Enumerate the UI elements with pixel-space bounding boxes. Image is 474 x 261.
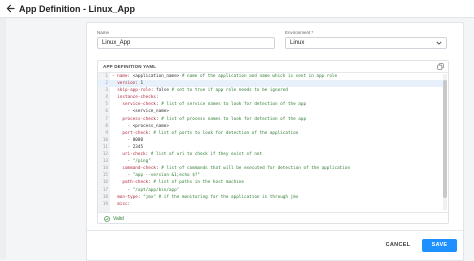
yaml-editor-header: APP DEFINITION YAML [98, 61, 448, 73]
code-text: - <process_name> [112, 123, 169, 129]
code-text: - "/ping" [112, 159, 151, 165]
code-text: process-check: # list of process names t… [122, 116, 307, 122]
code-line: 18 mon-type: "jmx" # if the monitoring f… [98, 194, 444, 201]
yaml-editor-card: APP DEFINITION YAML 1 - name: <applicatio… [97, 60, 449, 224]
code-line: 2 version: 1 [98, 80, 444, 88]
code-line: 16 path-check: # list of paths in the ho… [98, 179, 444, 186]
code-line: 17 - "/opt/app/bin/app" [98, 187, 444, 194]
code-text: port-check: # list of ports to look for … [122, 130, 299, 136]
line-number: 3 [105, 88, 108, 94]
code-line: 4 instance-checks: [98, 94, 444, 101]
line-number: 4 [105, 95, 108, 101]
code-text: - 2345 [112, 144, 144, 150]
check-circle-icon [104, 215, 110, 222]
code-line: 10 - 8080 [98, 137, 444, 144]
line-number: 12 [102, 152, 108, 158]
code-line: 6 - <service_name> [98, 108, 444, 115]
code-line: 19 misc: [98, 201, 444, 208]
line-number: 6 [105, 109, 108, 115]
line-number: 5 [105, 102, 108, 108]
editor-scrollbar-thumb[interactable] [443, 80, 447, 198]
code-text: misc: [117, 201, 131, 207]
code-line: 3 skip-app-role: false # set to true if … [98, 87, 444, 94]
code-text: - 8080 [112, 137, 144, 143]
line-number: 9 [105, 130, 108, 136]
code-line: 7 process-check: # list of process names… [98, 116, 444, 123]
code-text: version: 1 [117, 81, 144, 87]
line-number: 18 [102, 194, 108, 200]
left-sidebar-strip [0, 18, 6, 259]
code-line: 15 - "app --version &1;echo $?" [98, 172, 444, 179]
environment-label: Environment * [285, 30, 314, 35]
code-text: command-check: # list of commands that w… [122, 166, 351, 172]
code-text: instance-checks: [117, 95, 159, 101]
code-line: 5 service-check: # list of service names… [98, 101, 444, 108]
line-number: 19 [102, 201, 108, 207]
chevron-down-icon [436, 41, 442, 45]
yaml-code-editor[interactable]: 1 - name: <application_name> # name of th… [98, 73, 448, 212]
validation-status-text: Valid [113, 215, 124, 222]
name-label: Name [97, 30, 110, 35]
top-bar: App Definition - Linux_App [0, 0, 474, 18]
line-number: 1 [105, 74, 108, 79]
copy-icon[interactable] [437, 63, 444, 70]
code-line: 8 - <process_name> [98, 123, 444, 130]
code-line: 1 - name: <application_name> # name of th… [98, 73, 444, 80]
code-text: - <service_name> [112, 109, 169, 115]
code-text: mon-type: "jmx" # if the monitoring for … [117, 194, 299, 200]
code-text: uri-check: # list of uri to check if the… [122, 152, 263, 158]
code-text: skip-app-role: false # set to true if ap… [117, 88, 288, 94]
code-line: 9 port-check: # list of ports to look fo… [98, 130, 444, 137]
name-input[interactable]: Linux_App [97, 37, 275, 49]
code-line: 11 - 2345 [98, 144, 444, 151]
app-definition-panel: Name Linux_App Environment * Linux APP D… [86, 22, 464, 261]
line-number: 8 [105, 123, 108, 129]
environment-value: Linux [290, 40, 305, 46]
environment-select[interactable]: Linux [285, 37, 447, 49]
validation-status-bar: Valid [98, 212, 448, 223]
code-line: 14 command-check: # list of commands tha… [98, 165, 444, 172]
yaml-editor-title: APP DEFINITION YAML [103, 64, 157, 69]
line-number: 16 [102, 180, 108, 186]
code-text: path-check: # list of paths in the host … [122, 180, 244, 186]
line-number: 13 [102, 159, 108, 165]
back-button[interactable] [4, 3, 16, 15]
line-number: 2 [105, 81, 108, 87]
line-number: 14 [102, 166, 108, 172]
line-number: 7 [105, 116, 108, 122]
code-line: 12 uri-check: # list of uri to check if … [98, 151, 444, 158]
line-number: 17 [102, 187, 108, 193]
code-line: 13 - "/ping" [98, 158, 444, 165]
line-number: 10 [102, 137, 108, 143]
footer-divider [87, 230, 463, 231]
code-text: - name: <application_name> # name of the… [112, 74, 338, 79]
save-button[interactable]: SAVE [422, 239, 457, 252]
line-number: 15 [102, 173, 108, 179]
back-arrow-icon [6, 4, 15, 13]
line-number: 11 [102, 144, 108, 150]
cancel-button[interactable]: CANCEL [383, 239, 413, 252]
editor-scrollbar[interactable] [443, 74, 447, 210]
code-lines: 1 - name: <application_name> # name of th… [98, 73, 444, 208]
code-text: service-check: # list of service names t… [122, 102, 307, 108]
page-title: App Definition - Linux_App [19, 3, 135, 14]
code-text: - "/opt/app/bin/app" [112, 187, 180, 193]
code-text: - "app --version &1;echo $?" [112, 173, 200, 179]
